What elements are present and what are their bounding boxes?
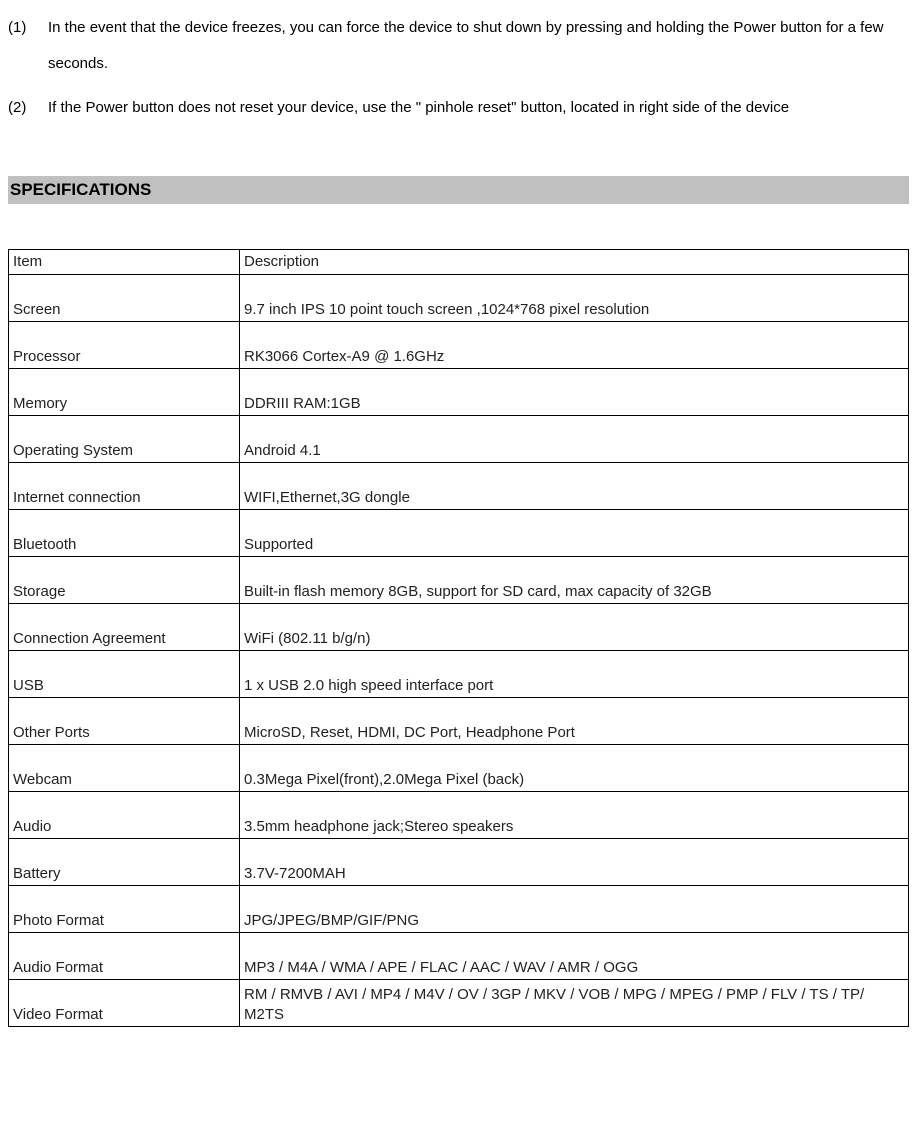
table-row: Audio Format MP3 / M4A / WMA / APE / FLA… bbox=[9, 933, 909, 980]
spec-desc: 1 x USB 2.0 high speed interface port bbox=[240, 651, 909, 698]
spec-item: Audio bbox=[9, 792, 240, 839]
table-row: Memory DDRIII RAM:1GB bbox=[9, 369, 909, 416]
spec-item: USB bbox=[9, 651, 240, 698]
table-row: Operating System Android 4.1 bbox=[9, 416, 909, 463]
spec-desc: MP3 / M4A / WMA / APE / FLAC / AAC / WAV… bbox=[240, 933, 909, 980]
spec-desc: MicroSD, Reset, HDMI, DC Port, Headphone… bbox=[240, 698, 909, 745]
table-header-desc: Description bbox=[240, 250, 909, 275]
spec-item: Audio Format bbox=[9, 933, 240, 980]
table-row: Internet connection WIFI,Ethernet,3G don… bbox=[9, 463, 909, 510]
list-text: If the Power button does not reset your … bbox=[48, 90, 909, 126]
spec-item: Connection Agreement bbox=[9, 604, 240, 651]
spec-desc: Supported bbox=[240, 510, 909, 557]
spec-desc: Built-in flash memory 8GB, support for S… bbox=[240, 557, 909, 604]
spec-item: Operating System bbox=[9, 416, 240, 463]
spec-desc: 0.3Mega Pixel(front),2.0Mega Pixel (back… bbox=[240, 745, 909, 792]
list-marker: (1) bbox=[8, 10, 48, 46]
spec-item: Battery bbox=[9, 839, 240, 886]
table-row: Connection Agreement WiFi (802.11 b/g/n) bbox=[9, 604, 909, 651]
spec-item: Storage bbox=[9, 557, 240, 604]
spec-desc: RK3066 Cortex-A9 @ 1.6GHz bbox=[240, 322, 909, 369]
spec-desc: WIFI,Ethernet,3G dongle bbox=[240, 463, 909, 510]
list-item-2: (2) If the Power button does not reset y… bbox=[8, 90, 909, 126]
table-row: Screen 9.7 inch IPS 10 point touch scree… bbox=[9, 275, 909, 322]
table-row: Bluetooth Supported bbox=[9, 510, 909, 557]
table-row: Storage Built-in flash memory 8GB, suppo… bbox=[9, 557, 909, 604]
list-marker: (2) bbox=[8, 90, 48, 126]
table-row: Audio 3.5mm headphone jack;Stereo speake… bbox=[9, 792, 909, 839]
table-row: Webcam 0.3Mega Pixel(front),2.0Mega Pixe… bbox=[9, 745, 909, 792]
table-header-row: Item Description bbox=[9, 250, 909, 275]
spec-item: Internet connection bbox=[9, 463, 240, 510]
spec-desc: 3.7V-7200MAH bbox=[240, 839, 909, 886]
spec-desc: WiFi (802.11 b/g/n) bbox=[240, 604, 909, 651]
section-heading-specifications: SPECIFICATIONS bbox=[8, 176, 909, 204]
spec-item: Other Ports bbox=[9, 698, 240, 745]
spec-item: Processor bbox=[9, 322, 240, 369]
spec-desc: 9.7 inch IPS 10 point touch screen ,1024… bbox=[240, 275, 909, 322]
list-item-1: (1) In the event that the device freezes… bbox=[8, 10, 909, 82]
list-text: In the event that the device freezes, yo… bbox=[48, 10, 909, 82]
table-row: USB 1 x USB 2.0 high speed interface por… bbox=[9, 651, 909, 698]
spec-item: Bluetooth bbox=[9, 510, 240, 557]
spec-desc: JPG/JPEG/BMP/GIF/PNG bbox=[240, 886, 909, 933]
spec-item: Video Format bbox=[9, 980, 240, 1027]
spec-desc: 3.5mm headphone jack;Stereo speakers bbox=[240, 792, 909, 839]
specifications-table: Item Description Screen 9.7 inch IPS 10 … bbox=[8, 249, 909, 1027]
table-header-item: Item bbox=[9, 250, 240, 275]
spec-item: Memory bbox=[9, 369, 240, 416]
spec-item: Webcam bbox=[9, 745, 240, 792]
table-row: Other Ports MicroSD, Reset, HDMI, DC Por… bbox=[9, 698, 909, 745]
table-row: Video Format RM / RMVB / AVI / MP4 / M4V… bbox=[9, 980, 909, 1027]
table-row: Photo Format JPG/JPEG/BMP/GIF/PNG bbox=[9, 886, 909, 933]
spec-desc: Android 4.1 bbox=[240, 416, 909, 463]
spec-item: Screen bbox=[9, 275, 240, 322]
spec-item: Photo Format bbox=[9, 886, 240, 933]
spec-desc: DDRIII RAM:1GB bbox=[240, 369, 909, 416]
table-row: Processor RK3066 Cortex-A9 @ 1.6GHz bbox=[9, 322, 909, 369]
table-row: Battery 3.7V-7200MAH bbox=[9, 839, 909, 886]
spec-desc: RM / RMVB / AVI / MP4 / M4V / OV / 3GP /… bbox=[240, 980, 909, 1027]
